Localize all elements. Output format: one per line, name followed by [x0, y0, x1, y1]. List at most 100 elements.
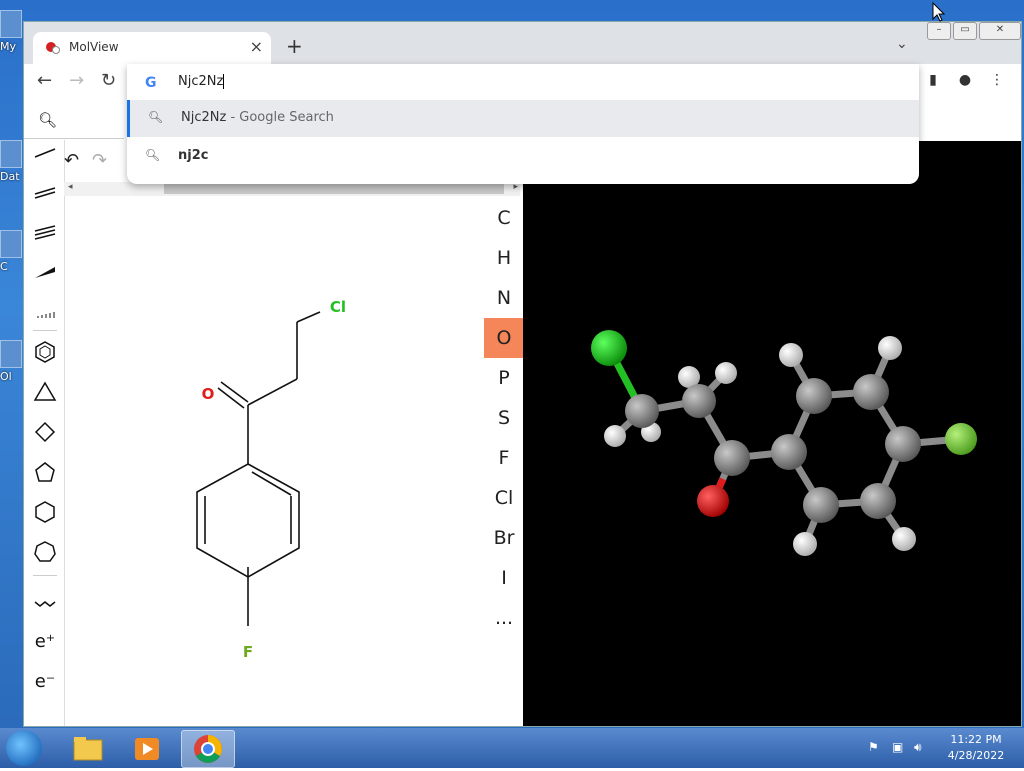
tray-network-error-icon[interactable]: ⚑ [868, 740, 879, 754]
electron-minus-tool[interactable]: e⁻ [33, 670, 57, 694]
search-icon: 🔍︎ [148, 110, 164, 124]
sketcher-tools: e⁺ e⁻ [24, 140, 65, 726]
omnibox-suggestion[interactable]: 🔍︎ nj2c [127, 138, 919, 175]
element-button-n[interactable]: N [484, 278, 524, 318]
cyclobutane-tool-icon[interactable] [33, 420, 57, 444]
desktop-icon-label: C [0, 260, 8, 273]
taskbar-chrome-icon[interactable] [181, 730, 235, 768]
atom-3d-c [714, 440, 750, 476]
element-button-i[interactable]: I [484, 558, 524, 598]
atom-3d-c [803, 487, 839, 523]
tab-molview[interactable]: MolView × [33, 32, 271, 64]
tool-separator [33, 330, 57, 331]
atom-3d-c [853, 374, 889, 410]
address-bar[interactable]: G Njc2Nz [127, 64, 919, 100]
atom-3d-c [771, 434, 807, 470]
atom-3d-h [604, 425, 626, 447]
suggestion-suffix: - Google Search [226, 110, 334, 125]
cyclohexane-tool-icon[interactable] [33, 500, 57, 524]
desktop-icon-computer[interactable]: My [0, 10, 22, 53]
molview-app: 🔍︎ e⁺ e⁻ ↶ ↷ ◂ ▸ Cl O F C H N O P S F Cl… [24, 100, 1021, 726]
tab-bar: MolView × + ⌄ – ▭ ✕ [24, 22, 1021, 64]
taskbar-explorer-folder-icon[interactable] [62, 730, 114, 766]
tray-devices-icon[interactable]: ▣ [892, 740, 903, 754]
atom-3d-h [878, 336, 902, 360]
omnibox-suggestion[interactable]: 🔍︎ Njc2Nz - Google Search [127, 100, 919, 137]
atom-3d-c [860, 483, 896, 519]
back-arrow-icon[interactable]: ← [37, 70, 52, 91]
element-button-cl[interactable]: Cl [484, 478, 524, 518]
window-controls: – ▭ ✕ [927, 22, 1021, 40]
element-button-s[interactable]: S [484, 398, 524, 438]
side-panel-icon[interactable]: ▮ [924, 72, 942, 90]
chain-tool-icon[interactable] [33, 590, 57, 614]
reload-icon[interactable]: ↻ [101, 70, 116, 91]
triple-bond-tool-icon[interactable] [33, 220, 57, 244]
desktop-icon-data[interactable]: Dat [0, 140, 22, 183]
taskbar: ⚑ ▣ 🔊︎ 11:22 PM 4/28/2022 [0, 728, 1024, 768]
atom-label-f[interactable]: F [243, 643, 253, 661]
minimize-icon[interactable]: – [927, 22, 951, 40]
forward-arrow-icon[interactable]: → [69, 70, 84, 91]
element-palette: C H N O P S F Cl Br I... [484, 196, 524, 726]
wedge-bond-tool-icon[interactable] [33, 260, 57, 284]
sketcher-canvas[interactable]: Cl O F [64, 196, 484, 726]
clock-date: 4/28/2022 [947, 749, 1005, 762]
element-button-br[interactable]: Br [484, 518, 524, 558]
close-window-icon[interactable]: ✕ [979, 22, 1021, 40]
tray-volume-icon[interactable]: 🔊︎ [914, 740, 922, 755]
double-bond-tool-icon[interactable] [33, 180, 57, 204]
electron-plus-tool[interactable]: e⁺ [33, 630, 57, 654]
element-button-h[interactable]: H [484, 238, 524, 278]
atom-label-o[interactable]: O [202, 385, 215, 403]
element-button-more[interactable]: ... [484, 598, 524, 638]
maximize-icon[interactable]: ▭ [953, 22, 977, 40]
suggestion-text: Njc2Nz - Google Search [181, 110, 334, 125]
cycloheptane-tool-icon[interactable] [33, 540, 57, 564]
scroll-left-arrow-icon[interactable]: ◂ [68, 182, 73, 192]
menu-kebab-icon[interactable]: ⋮ [988, 72, 1006, 90]
address-input[interactable]: Njc2Nz [178, 74, 225, 89]
start-button-windows-icon[interactable] [6, 730, 42, 766]
omnibox-dropdown: G Njc2Nz 🔍︎ Njc2Nz - Google Search 🔍︎ nj… [127, 64, 919, 184]
atom-3d-c [885, 426, 921, 462]
atom-3d-c [682, 384, 716, 418]
hash-bond-tool-icon[interactable] [33, 300, 57, 324]
desktop-icon-label: Dat [0, 170, 20, 183]
atom-3d-f [945, 423, 977, 455]
clock-time: 11:22 PM [950, 733, 1002, 746]
molecule-2d-bonds [196, 311, 321, 626]
suggestion-text: nj2c [178, 148, 209, 163]
molview-favicon-icon [46, 42, 60, 54]
atom-3d-h [779, 343, 803, 367]
taskbar-media-player-icon[interactable] [121, 730, 173, 766]
horizontal-scrollbar[interactable]: ◂ ▸ [64, 182, 520, 196]
single-bond-tool-icon[interactable] [33, 141, 57, 165]
atom-3d-cl [591, 330, 627, 366]
google-g-icon: G [145, 75, 157, 91]
element-button-p[interactable]: P [484, 358, 524, 398]
undo-icon[interactable]: ↶ [64, 150, 79, 171]
element-button-o[interactable]: O [484, 318, 524, 358]
browser-window: MolView × + ⌄ – ▭ ✕ ← → ↻ G Njc2Nz 🔍︎ Nj… [23, 21, 1022, 727]
atom-label-cl[interactable]: Cl [330, 298, 346, 316]
atom-3d-o [697, 485, 729, 517]
desktop-icon-c[interactable]: C [0, 230, 22, 273]
cyclopropane-tool-icon[interactable] [33, 380, 57, 404]
new-tab-icon[interactable]: + [286, 34, 303, 58]
element-button-f[interactable]: F [484, 438, 524, 478]
taskbar-clock[interactable]: 11:22 PM 4/28/2022 [936, 732, 1016, 764]
cyclopentane-tool-icon[interactable] [33, 460, 57, 484]
element-button-c[interactable]: C [484, 198, 524, 238]
redo-icon[interactable]: ↷ [92, 150, 107, 171]
search-icon[interactable]: 🔍︎ [38, 111, 57, 129]
desktop-icon-ol[interactable]: Ol [0, 340, 22, 383]
benzene-tool-icon[interactable] [33, 340, 57, 364]
mouse-cursor-icon [932, 2, 946, 22]
scrollbar-thumb[interactable] [164, 184, 504, 194]
molecule-3d-viewer[interactable] [523, 141, 1021, 726]
desktop-icon-label: Ol [0, 370, 12, 383]
profile-avatar-icon[interactable]: ● [956, 72, 974, 90]
tab-search-chevron-icon[interactable]: ⌄ [896, 36, 908, 52]
tab-close-icon[interactable]: × [250, 37, 263, 56]
